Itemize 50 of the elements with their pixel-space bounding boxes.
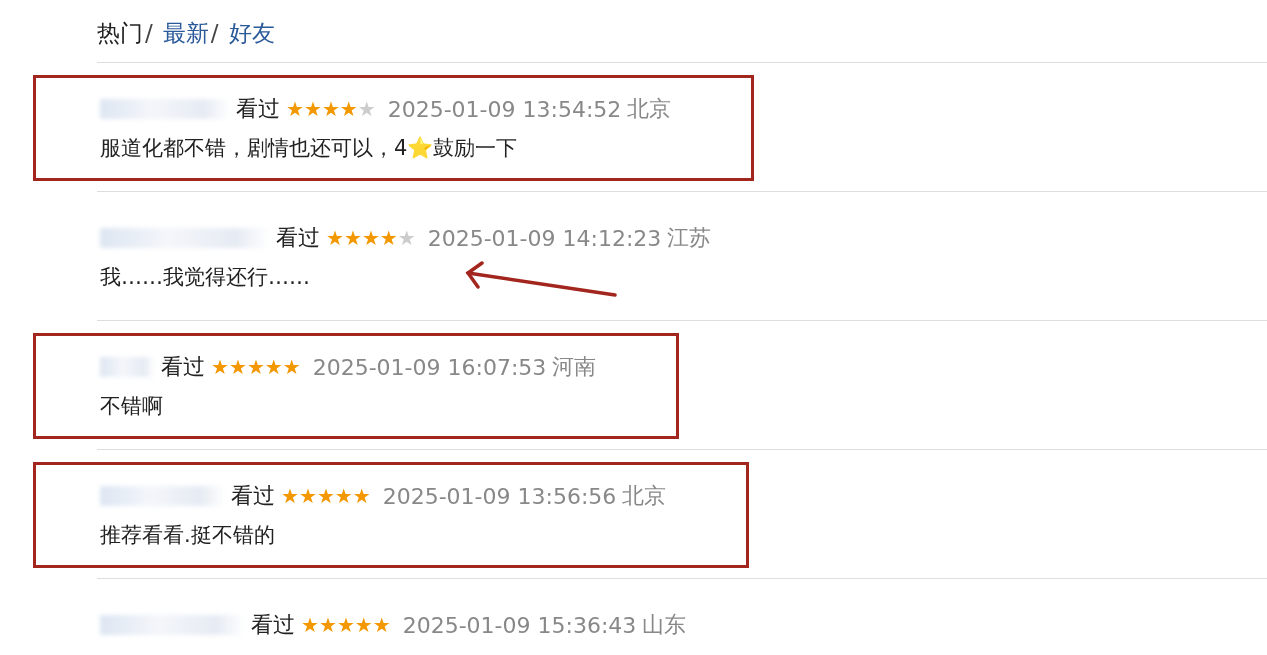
location: 江苏 bbox=[667, 224, 712, 252]
star-icon: ★ bbox=[316, 486, 335, 506]
timestamp: 2025-01-09 14:12:23 bbox=[427, 225, 662, 251]
tab[interactable]: 好友 bbox=[228, 20, 275, 46]
star-icon: ★ bbox=[352, 486, 371, 506]
separator: / bbox=[145, 20, 153, 46]
location: 山东 bbox=[642, 611, 687, 639]
star-icon: ★ bbox=[301, 615, 319, 635]
comment-text: 我……我觉得还行…… bbox=[100, 264, 310, 291]
star-icon: ★ bbox=[361, 228, 380, 248]
watched-label: 看过 bbox=[251, 611, 295, 639]
watched-label: 看过 bbox=[236, 95, 280, 123]
comment-text: 服道化都不错，剧情也还可以，4⭐鼓励一下 bbox=[100, 135, 518, 162]
star-icon: ★ bbox=[343, 228, 362, 248]
star-icon: ★ bbox=[318, 615, 337, 635]
watched-label: 看过 bbox=[276, 224, 320, 252]
comment-text: 不错啊 bbox=[100, 393, 163, 420]
star-icon: ★ bbox=[354, 615, 373, 635]
star-icon: ★ bbox=[326, 228, 344, 248]
star-icon: ★ bbox=[246, 357, 265, 377]
star-icon: ★ bbox=[339, 99, 358, 119]
star-icon: ★ bbox=[281, 486, 299, 506]
comment-text: 推荐看看.挺不错的 bbox=[100, 522, 275, 549]
timestamp: 2025-01-09 15:36:43 bbox=[402, 612, 637, 638]
star-icon: ★ bbox=[379, 228, 398, 248]
star-icon: ★ bbox=[303, 99, 322, 119]
star-icon: ★ bbox=[264, 357, 283, 377]
star-icon: ★ bbox=[372, 615, 391, 635]
timestamp: 2025-01-09 16:07:53 bbox=[312, 354, 547, 380]
location: 河南 bbox=[552, 353, 597, 381]
separator: / bbox=[210, 20, 219, 46]
tab[interactable]: 最新 bbox=[162, 20, 209, 46]
location: 北京 bbox=[627, 95, 672, 123]
star-icon: ★ bbox=[397, 228, 416, 248]
timestamp: 2025-01-09 13:56:56 bbox=[382, 483, 617, 509]
star-icon: ★ bbox=[298, 486, 317, 506]
star-icon: ★ bbox=[321, 99, 340, 119]
star-icon: ★ bbox=[357, 99, 376, 119]
watched-label: 看过 bbox=[231, 482, 275, 510]
star-icon: ★ bbox=[282, 357, 301, 377]
star-icon: ★ bbox=[211, 357, 229, 377]
location: 北京 bbox=[622, 482, 667, 510]
watched-label: 看过 bbox=[161, 353, 205, 381]
star-icon: ★ bbox=[334, 486, 353, 506]
star-icon: ★ bbox=[228, 357, 247, 377]
star-icon: ★ bbox=[286, 99, 304, 119]
star-icon: ★ bbox=[336, 615, 355, 635]
timestamp: 2025-01-09 13:54:52 bbox=[387, 96, 622, 122]
blurred-username bbox=[100, 357, 155, 377]
tab[interactable]: 热门 bbox=[97, 20, 143, 46]
